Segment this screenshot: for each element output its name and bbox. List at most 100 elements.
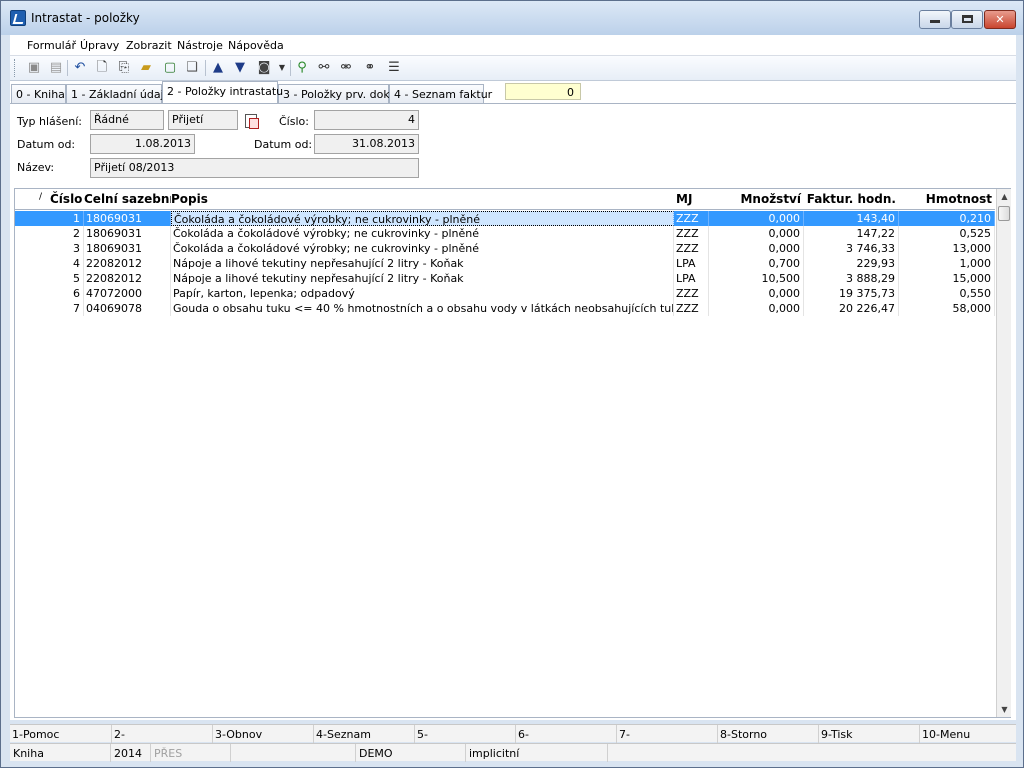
fkey-3[interactable]: 3-Obnov bbox=[212, 725, 313, 743]
fkey-1[interactable]: 1-Pomoc bbox=[10, 725, 111, 743]
cell-celni-sazebnik[interactable]: 18069031 bbox=[84, 241, 171, 256]
cell-mj[interactable]: ZZZ bbox=[674, 241, 709, 256]
menu-zobrazit[interactable]: Zobrazit bbox=[126, 39, 172, 52]
cell-hmotnost[interactable]: 13,000 bbox=[899, 241, 995, 256]
toolbar-grip[interactable] bbox=[14, 59, 17, 77]
cell-celni-sazebnik[interactable]: 18069031 bbox=[84, 226, 171, 241]
cell-faktur-hodn[interactable]: 3 888,29 bbox=[804, 271, 899, 286]
new-record-icon[interactable]: 🗋 bbox=[94, 60, 110, 76]
lock-icon[interactable]: ▢ bbox=[162, 60, 178, 76]
datum-do-field[interactable]: 31.08.2013 bbox=[314, 134, 419, 154]
menu-nastroje[interactable]: Nástroje bbox=[177, 39, 223, 52]
fkey-10[interactable]: 10-Menu bbox=[919, 725, 1016, 743]
save-icon[interactable]: ▣ bbox=[26, 60, 42, 76]
cell-celni-sazebnik[interactable]: 04069078 bbox=[84, 301, 171, 316]
filter-icon[interactable]: ⚲ bbox=[294, 60, 310, 76]
cell-mj[interactable]: ZZZ bbox=[674, 226, 709, 241]
table-row[interactable]: 5 22082012 Nápoje a lihové tekutiny nepřes… bbox=[15, 271, 995, 286]
smer-field[interactable]: Přijetí bbox=[168, 110, 238, 130]
tab-kniha[interactable]: 0 - Kniha bbox=[11, 84, 66, 103]
col-header-hmotnost[interactable]: Hmotnost bbox=[899, 189, 995, 209]
find-next-icon[interactable]: ⚮ bbox=[338, 60, 354, 76]
scroll-up-icon[interactable]: ▲ bbox=[997, 189, 1012, 204]
cell-popis[interactable]: Čokoláda a čokoládové výrobky; ne cukrov… bbox=[171, 241, 674, 256]
open-folder-icon[interactable]: ▰ bbox=[138, 60, 154, 76]
cell-popis[interactable]: Gouda o obsahu tuku <= 40 % hmotnostních… bbox=[171, 301, 674, 316]
col-header-mnozstvi[interactable]: Množství bbox=[709, 189, 804, 209]
col-header-popis[interactable]: Popis bbox=[171, 189, 674, 209]
cell-celni-sazebnik[interactable]: 47072000 bbox=[84, 286, 171, 301]
tab-polozky-intrastatu[interactable]: 2 - Položky intrastatu bbox=[162, 81, 283, 103]
minimize-button[interactable] bbox=[919, 10, 951, 29]
cell-faktur-hodn[interactable]: 19 375,73 bbox=[804, 286, 899, 301]
cell-mnozstvi[interactable]: 0,700 bbox=[709, 256, 804, 271]
book-icon[interactable]: ❑ bbox=[184, 60, 200, 76]
cell-mnozstvi[interactable]: 0,000 bbox=[709, 286, 804, 301]
maximize-button[interactable] bbox=[951, 10, 983, 29]
cell-popis[interactable]: Čokoláda a čokoládové výrobky; ne cukrov… bbox=[171, 226, 674, 241]
table-row[interactable]: 1 18069031 Čokoláda a čokoládové výrobky; … bbox=[15, 211, 995, 226]
table-row[interactable]: 2 18069031 Čokoláda a čokoládové výrobky; … bbox=[15, 226, 995, 241]
cell-celni-sazebnik[interactable]: 22082012 bbox=[84, 271, 171, 286]
cell-cislo[interactable]: 1 bbox=[34, 211, 84, 226]
arrow-up-icon[interactable]: ▲ bbox=[210, 60, 226, 76]
cell-faktur-hodn[interactable]: 3 746,33 bbox=[804, 241, 899, 256]
datum-od-field[interactable]: 1.08.2013 bbox=[90, 134, 195, 154]
col-header-mj[interactable]: MJ bbox=[676, 189, 708, 209]
table-row[interactable]: 3 18069031 Čokoláda a čokoládové výrobky; … bbox=[15, 241, 995, 256]
cell-popis[interactable]: Papír, karton, lepenka; odpadový bbox=[171, 286, 674, 301]
cell-celni-sazebnik[interactable]: 18069031 bbox=[84, 211, 171, 226]
nazev-field[interactable]: Přijetí 08/2013 bbox=[90, 158, 419, 178]
col-header-celni-sazebnik[interactable]: Celní sazebník bbox=[84, 189, 171, 209]
tab-polozky-prv-dokl[interactable]: 3 - Položky prv. dokl. bbox=[278, 84, 396, 103]
fkey-2[interactable]: 2- bbox=[111, 725, 212, 743]
list-icon[interactable]: ☰ bbox=[386, 60, 402, 76]
cell-hmotnost[interactable]: 15,000 bbox=[899, 271, 995, 286]
menu-napoveda[interactable]: Nápověda bbox=[228, 39, 284, 52]
find-field-icon[interactable]: ⚭ bbox=[362, 60, 378, 76]
cell-hmotnost[interactable]: 0,550 bbox=[899, 286, 995, 301]
copy-icon[interactable] bbox=[245, 114, 259, 129]
table-row[interactable]: 6 47072000 Papír, karton, lepenka; odpadov… bbox=[15, 286, 995, 301]
typ-hlaseni-field[interactable]: Řádné bbox=[90, 110, 164, 130]
arrow-down-icon[interactable]: ▼ bbox=[232, 60, 248, 76]
cell-celni-sazebnik[interactable]: 22082012 bbox=[84, 256, 171, 271]
binoculars-icon[interactable]: ⚯ bbox=[316, 60, 332, 76]
table-row[interactable]: 7 04069078 Gouda o obsahu tuku <= 40 % hmo… bbox=[15, 301, 995, 316]
cell-mnozstvi[interactable]: 0,000 bbox=[709, 211, 804, 226]
title-bar[interactable]: Intrastat - položky ✕ bbox=[1, 1, 1023, 35]
fkey-7[interactable]: 7- bbox=[616, 725, 717, 743]
vertical-scrollbar[interactable]: ▲ ▼ bbox=[996, 189, 1011, 717]
cell-faktur-hodn[interactable]: 143,40 bbox=[804, 211, 899, 226]
copy-record-icon[interactable]: ⎘ bbox=[116, 60, 132, 76]
scroll-thumb[interactable] bbox=[998, 206, 1010, 221]
cell-mnozstvi[interactable]: 0,000 bbox=[709, 241, 804, 256]
fkey-6[interactable]: 6- bbox=[515, 725, 616, 743]
cell-faktur-hodn[interactable]: 147,22 bbox=[804, 226, 899, 241]
cell-faktur-hodn[interactable]: 229,93 bbox=[804, 256, 899, 271]
fkey-4[interactable]: 4-Seznam bbox=[313, 725, 414, 743]
cell-mnozstvi[interactable]: 0,000 bbox=[709, 301, 804, 316]
cell-mnozstvi[interactable]: 10,500 bbox=[709, 271, 804, 286]
cell-hmotnost[interactable]: 0,525 bbox=[899, 226, 995, 241]
close-button[interactable]: ✕ bbox=[984, 10, 1016, 29]
undo-icon[interactable]: ↶ bbox=[72, 60, 88, 76]
cell-mj[interactable]: LPA bbox=[674, 256, 709, 271]
cell-faktur-hodn[interactable]: 20 226,47 bbox=[804, 301, 899, 316]
cell-mj[interactable]: ZZZ bbox=[674, 211, 709, 226]
cell-mnozstvi[interactable]: 0,000 bbox=[709, 226, 804, 241]
tab-seznam-faktur[interactable]: 4 - Seznam faktur bbox=[389, 84, 492, 103]
cell-mj[interactable]: ZZZ bbox=[674, 301, 709, 316]
cell-popis[interactable]: Čokoláda a čokoládové výrobky; ne cukrov… bbox=[171, 211, 674, 226]
scroll-down-icon[interactable]: ▼ bbox=[997, 702, 1012, 717]
camera-icon[interactable]: ◙ bbox=[256, 60, 272, 76]
cell-hmotnost[interactable]: 58,000 bbox=[899, 301, 995, 316]
cell-hmotnost[interactable]: 1,000 bbox=[899, 256, 995, 271]
cell-popis[interactable]: Nápoje a lihové tekutiny nepřesahující 2… bbox=[171, 256, 674, 271]
fkey-5[interactable]: 5- bbox=[414, 725, 515, 743]
cell-cislo[interactable]: 5 bbox=[34, 271, 84, 286]
cell-cislo[interactable]: 7 bbox=[34, 301, 84, 316]
dropdown-arrow-icon[interactable]: ▼ bbox=[274, 60, 290, 76]
save-disabled-icon[interactable]: ▤ bbox=[48, 60, 64, 76]
cell-cislo[interactable]: 3 bbox=[34, 241, 84, 256]
